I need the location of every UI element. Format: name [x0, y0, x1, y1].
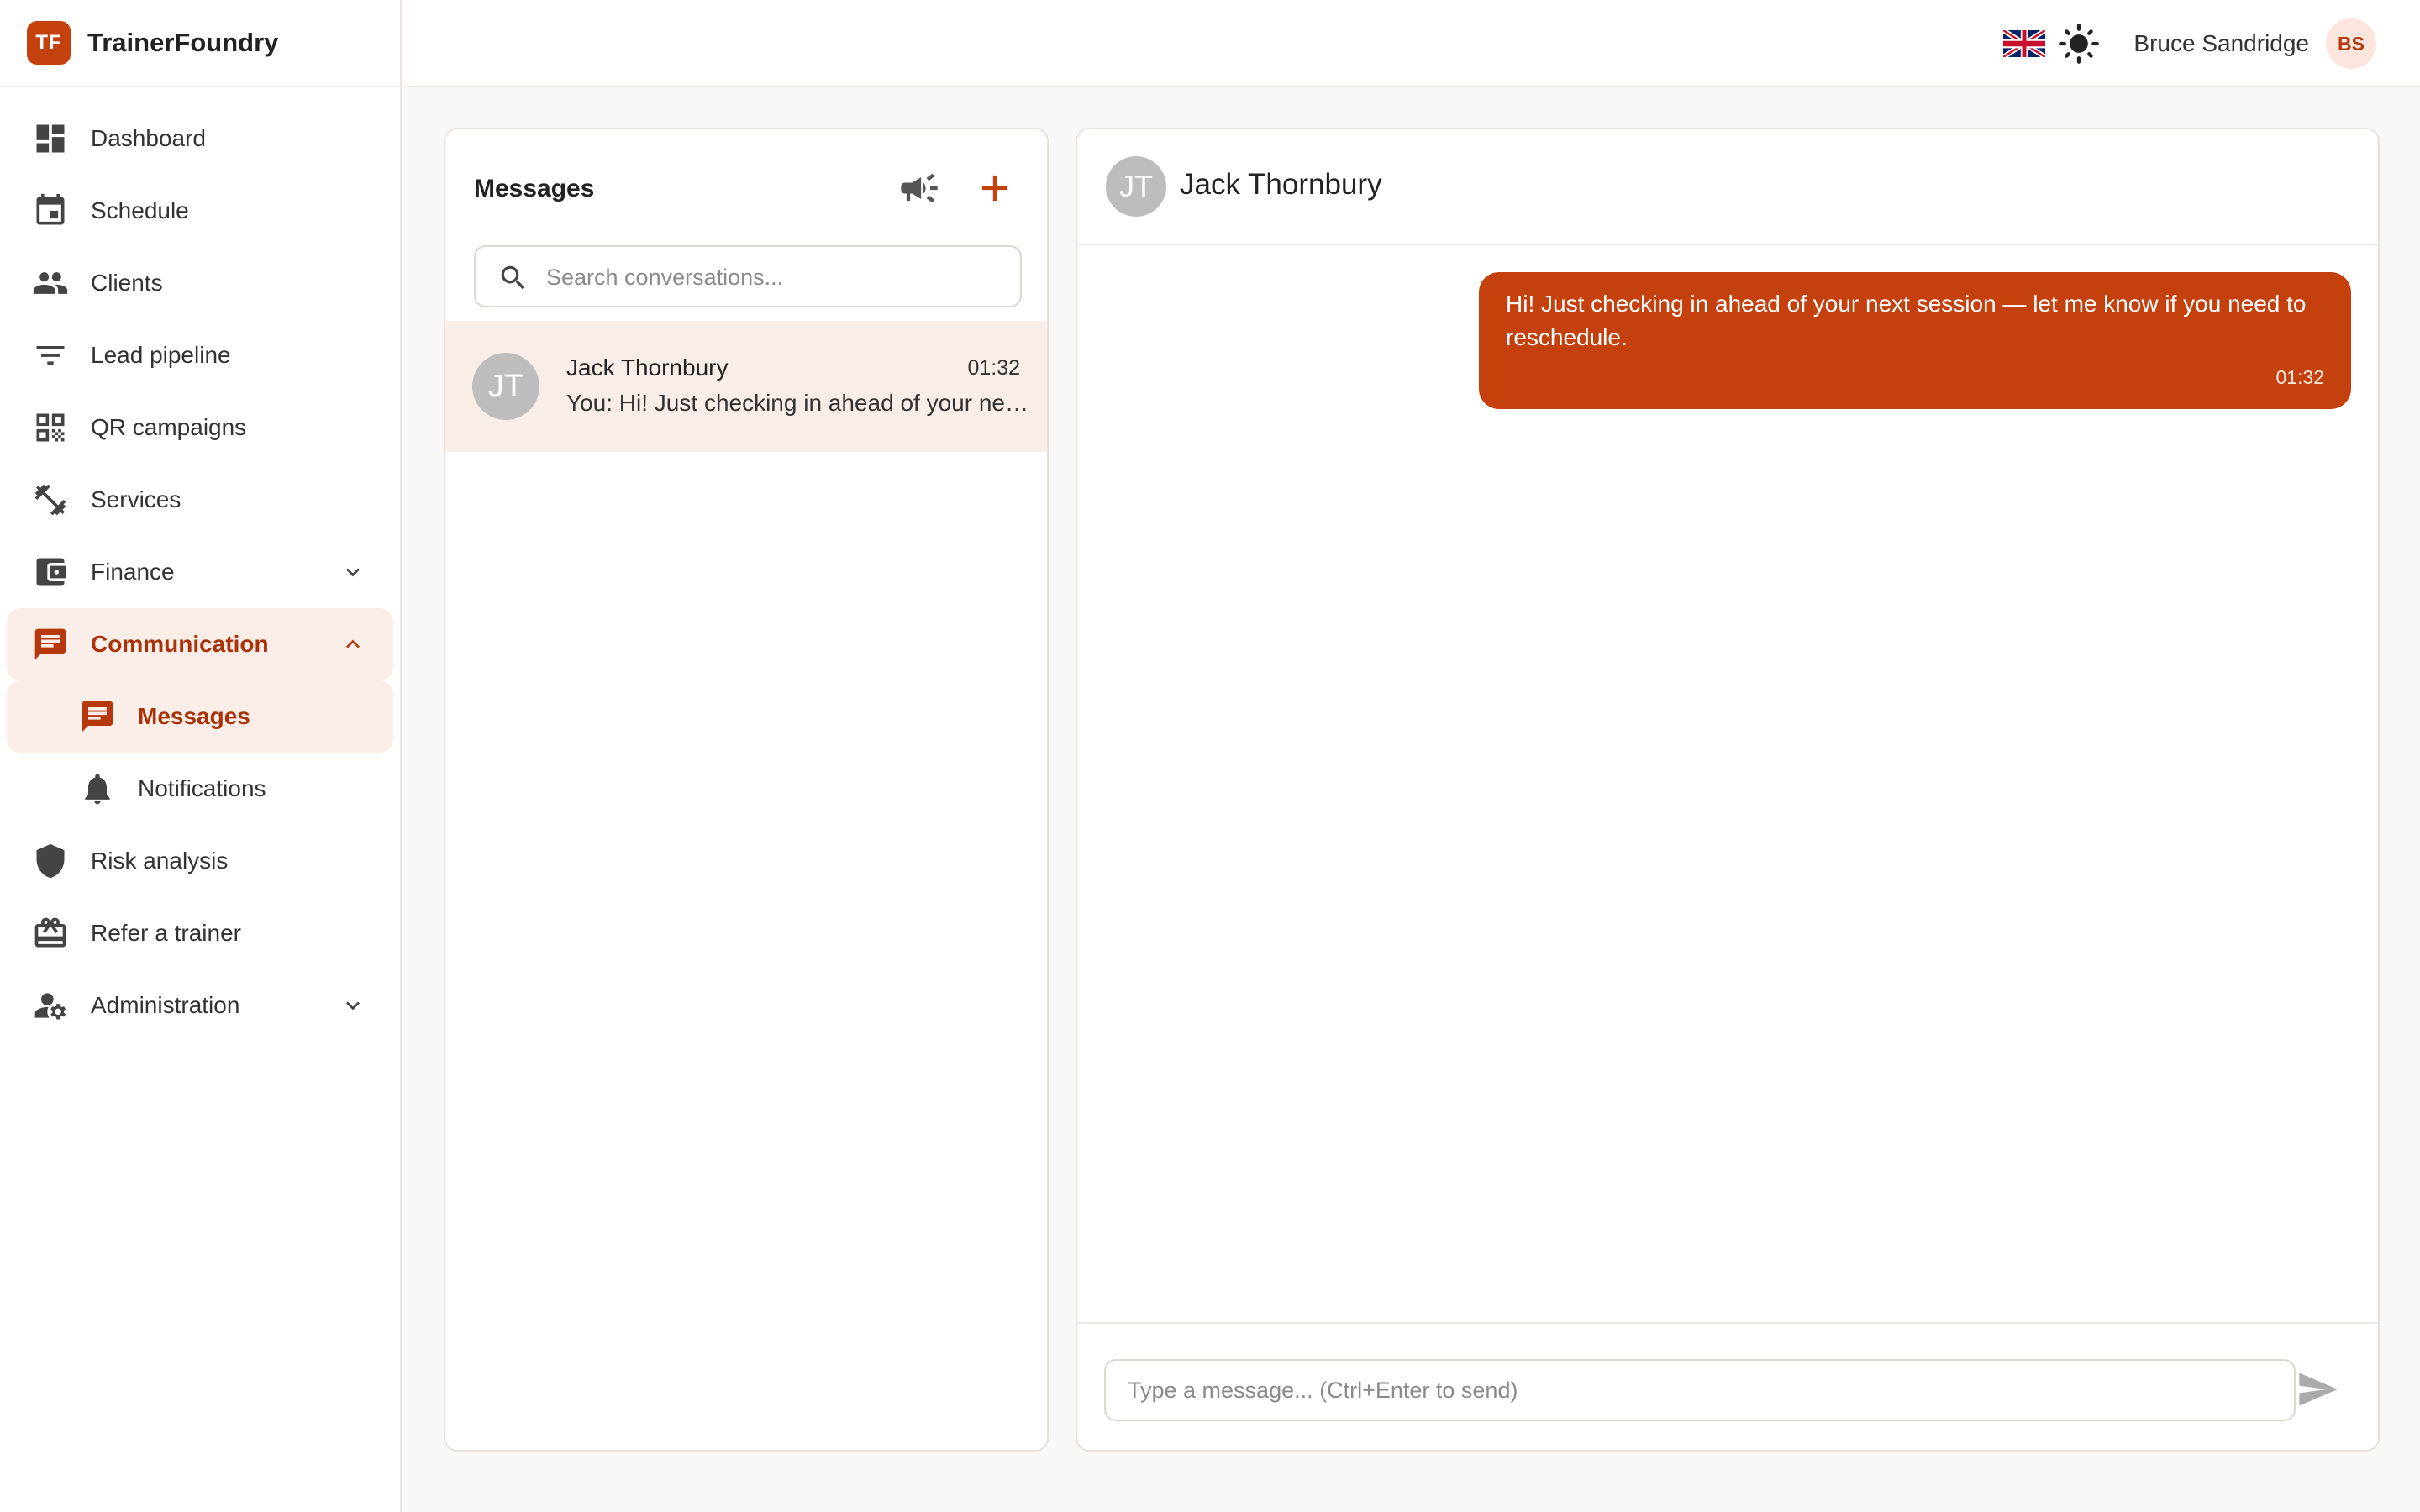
sidebar-item-notifications[interactable]: Notifications — [7, 753, 393, 825]
sidebar-item-messages[interactable]: Messages — [7, 680, 393, 753]
conversation-list-panel: Messages JT Jack Thornbury 01:32 You: Hi… — [444, 128, 1049, 1452]
conversation-name: Jack Thornbury — [566, 354, 729, 381]
shield-icon — [30, 841, 71, 881]
search-input[interactable] — [546, 257, 1000, 297]
sidebar-item-risk-analysis[interactable]: Risk analysis — [7, 825, 393, 897]
avatar: JT — [472, 353, 539, 420]
sidebar-item-label: Messages — [138, 703, 250, 729]
people-icon — [30, 263, 71, 303]
sidebar-item-label: Risk analysis — [91, 848, 229, 874]
admin-settings-icon — [30, 985, 71, 1026]
chat-icon — [77, 696, 118, 737]
avatar[interactable]: BS — [2326, 18, 2376, 69]
app-root: TF TrainerFoundry Dashboard Schedule Cli… — [0, 0, 2420, 1512]
conversation-time: 01:32 — [967, 356, 1020, 380]
sidebar-item-communication[interactable]: Communication — [7, 608, 393, 680]
message-bubble: Hi! Just checking in ahead of your next … — [1479, 272, 2351, 409]
dumbbell-icon — [30, 480, 71, 520]
sidebar-nav: Dashboard Schedule Clients Lead pipeline… — [0, 87, 400, 1042]
message-composer — [1077, 1322, 2378, 1450]
send-icon[interactable] — [2296, 1368, 2341, 1413]
brand[interactable]: TF TrainerFoundry — [0, 0, 400, 87]
conversation-preview: You: Hi! Just checking in ahead of your … — [566, 390, 1028, 416]
sun-icon[interactable] — [2057, 22, 2101, 66]
brand-name: TrainerFoundry — [87, 28, 279, 57]
bell-icon — [77, 769, 118, 809]
sidebar-item-label: Clients — [91, 270, 163, 296]
chevron-up-icon[interactable] — [339, 631, 366, 658]
avatar: JT — [1106, 156, 1166, 217]
sidebar: TF TrainerFoundry Dashboard Schedule Cli… — [0, 0, 402, 1512]
sidebar-item-label: Communication — [91, 631, 269, 657]
sidebar-item-dashboard[interactable]: Dashboard — [7, 102, 393, 175]
sidebar-item-label: Services — [91, 486, 182, 512]
message-text: Hi! Just checking in ahead of your next … — [1506, 291, 2307, 350]
chevron-down-icon[interactable] — [339, 559, 366, 585]
sidebar-item-label: Refer a trainer — [91, 920, 241, 946]
message-time: 01:32 — [2275, 366, 2324, 388]
top-header: Bruce Sandridge BS — [403, 0, 2420, 87]
chat-icon — [30, 624, 71, 664]
chat-header: JT Jack Thornbury — [1077, 129, 2378, 245]
chevron-down-icon[interactable] — [339, 992, 366, 1019]
sidebar-item-administration[interactable]: Administration — [7, 969, 393, 1042]
sidebar-item-services[interactable]: Services — [7, 464, 393, 536]
message-input[interactable] — [1104, 1359, 2296, 1421]
sidebar-item-label: Administration — [91, 992, 240, 1018]
megaphone-icon[interactable] — [897, 166, 943, 212]
list-item[interactable]: JT Jack Thornbury 01:32 You: Hi! Just ch… — [445, 321, 1047, 452]
sidebar-item-schedule[interactable]: Schedule — [7, 175, 393, 247]
chat-contact-name: Jack Thornbury — [1180, 168, 1382, 201]
sidebar-item-qr-campaigns[interactable]: QR campaigns — [7, 391, 393, 464]
qr-code-icon — [30, 407, 71, 448]
sidebar-item-label: Finance — [91, 559, 175, 585]
calendar-icon — [30, 191, 71, 231]
filter-icon — [30, 335, 71, 375]
search-icon — [497, 262, 529, 294]
wallet-icon — [30, 552, 71, 592]
sidebar-item-refer-a-trainer[interactable]: Refer a trainer — [7, 897, 393, 969]
brand-logo: TF — [27, 21, 71, 65]
chat-panel: JT Jack Thornbury Hi! Just checking in a… — [1076, 128, 2380, 1452]
sidebar-item-clients[interactable]: Clients — [7, 247, 393, 319]
sidebar-item-finance[interactable]: Finance — [7, 536, 393, 608]
panel-title: Messages — [474, 175, 595, 202]
sidebar-item-lead-pipeline[interactable]: Lead pipeline — [7, 319, 393, 391]
gift-card-icon — [30, 913, 71, 953]
search-box — [474, 245, 1022, 307]
sidebar-item-label: Notifications — [138, 775, 266, 801]
user-name[interactable]: Bruce Sandridge — [2133, 30, 2309, 57]
dashboard-icon — [30, 118, 71, 159]
sidebar-item-label: Dashboard — [91, 125, 206, 151]
sidebar-item-label: QR campaigns — [91, 414, 247, 440]
sidebar-item-label: Lead pipeline — [91, 342, 231, 368]
add-conversation-button[interactable] — [973, 166, 1018, 212]
uk-flag-icon[interactable] — [2002, 28, 2047, 60]
sidebar-item-label: Schedule — [91, 197, 189, 223]
